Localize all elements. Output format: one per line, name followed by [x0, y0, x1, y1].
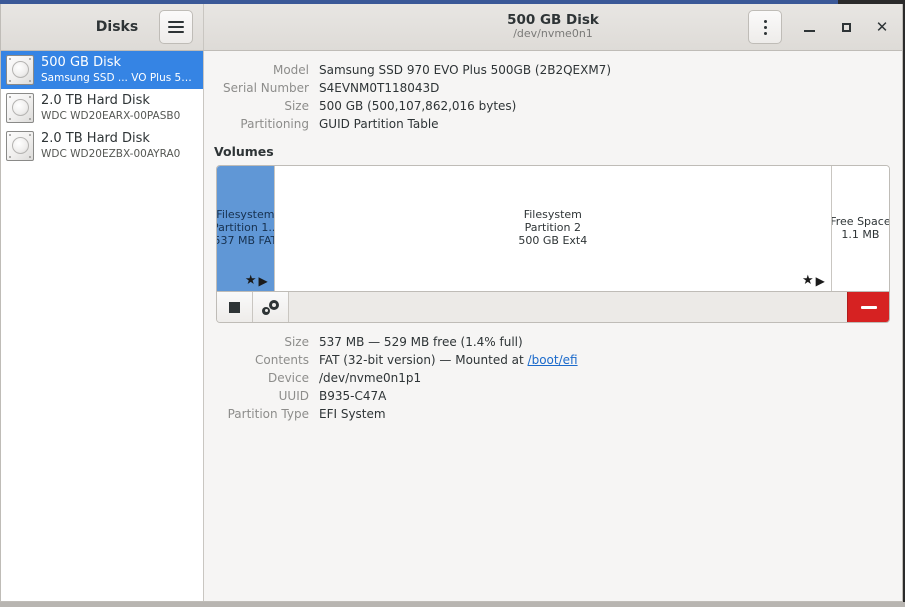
close-icon: ✕: [875, 17, 889, 36]
partition-contents-value: FAT (32-bit version) — Mounted at /boot/…: [319, 351, 902, 369]
sidebar-item-subtitle: WDC WD20EZBX-00AYRA0: [41, 147, 181, 160]
minus-delete-icon: [860, 305, 877, 309]
overflow-menu-icon: [763, 19, 767, 35]
partition-info-value: EFI System: [319, 407, 386, 421]
partition-info-key: UUID: [278, 389, 309, 403]
hamburger-menu-button[interactable]: [159, 10, 193, 44]
sidebar-item-subtitle: Samsung SSD ... VO Plus 500GB: [41, 71, 197, 84]
volume-line-3: 500 GB Ext4: [518, 233, 588, 247]
delete-partition-button[interactable]: [847, 292, 889, 322]
volume-partition-2[interactable]: Filesystem Partition 2 500 GB Ext4 ★ ▶: [275, 166, 832, 291]
volume-badges: ★ ▶: [245, 274, 268, 287]
window-headerbar: Disks 500 GB Disk /dev/nvme0n1 ✕: [1, 4, 902, 51]
drive-info-key: Model: [272, 63, 309, 77]
sidebar-item-name: 500 GB Disk: [41, 55, 121, 71]
volumes-bar: Filesystem Partition 1... 537 MB FAT ★ ▶: [217, 166, 889, 291]
disks-application-window: Disks 500 GB Disk /dev/nvme0n1 ✕ 500 GB …: [0, 4, 903, 602]
hard-disk-icon: [6, 93, 34, 123]
volume-label: Filesystem Partition 1... 537 MB FAT: [217, 208, 275, 248]
volume-free-space[interactable]: Free Space 1.1 MB: [832, 166, 889, 291]
gear-options-icon: [262, 299, 279, 315]
maximize-button[interactable]: [831, 12, 861, 42]
partition-info-value: 537 MB — 529 MB free (1.4% full): [319, 335, 523, 349]
mounted-play-icon: ▶: [815, 273, 825, 288]
partition-info-key: Partition Type: [227, 407, 309, 421]
hard-disk-icon: [6, 55, 34, 85]
sidebar-item-disk-2[interactable]: 2.0 TB Hard Disk WDC WD20EZBX-00AYRA0: [1, 127, 203, 165]
window-body: 500 GB Disk Samsung SSD ... VO Plus 500G…: [1, 51, 902, 601]
drive-info-key: Size: [284, 99, 309, 113]
volume-label: Free Space 1.1 MB: [831, 214, 889, 242]
minimize-icon: [803, 29, 815, 32]
partition-info-value: B935-C47A: [319, 389, 387, 403]
sidebar-item-disk-1[interactable]: 2.0 TB Hard Disk WDC WD20EARX-00PASB0: [1, 89, 203, 127]
hamburger-menu-icon: [168, 21, 184, 33]
drive-info-value: S4EVNM0T118043D: [319, 81, 440, 95]
volumes-heading: Volumes: [214, 144, 274, 159]
partition-info-table: Size 537 MB — 529 MB free (1.4% full) Co…: [204, 333, 902, 423]
volumes-widget: Filesystem Partition 1... 537 MB FAT ★ ▶: [216, 165, 890, 323]
mount-point-link[interactable]: /boot/efi: [528, 353, 578, 367]
main-headerbar: 500 GB Disk /dev/nvme0n1 ✕: [204, 4, 902, 50]
stop-unmount-icon: [229, 301, 240, 313]
bootable-star-icon: ★: [244, 273, 257, 288]
volume-line-3: 537 MB FAT: [217, 233, 275, 247]
drive-info-key: Serial Number: [223, 81, 309, 95]
unmount-volume-button[interactable]: [217, 292, 253, 322]
minimize-button[interactable]: [794, 12, 824, 42]
drive-info-value: 500 GB (500,107,862,016 bytes): [319, 99, 517, 113]
sidebar-item-name: 2.0 TB Hard Disk: [41, 131, 150, 147]
partition-contents-text: FAT (32-bit version) — Mounted at: [319, 353, 528, 367]
drive-info-value: Samsung SSD 970 EVO Plus 500GB (2B2QEXM7…: [319, 63, 611, 77]
volume-partition-1[interactable]: Filesystem Partition 1... 537 MB FAT ★ ▶: [217, 166, 275, 291]
volume-badges: ★ ▶: [802, 274, 825, 287]
volume-options-button[interactable]: [253, 292, 289, 322]
volume-line-2: 1.1 MB: [841, 227, 880, 241]
drive-info-key: Partitioning: [240, 117, 309, 131]
desktop-bottom-strip: [0, 602, 905, 607]
volume-line-1: Free Space: [831, 214, 889, 228]
disk-detail-pane: Model Samsung SSD 970 EVO Plus 500GB (2B…: [204, 51, 902, 601]
bootable-star-icon: ★: [801, 273, 814, 288]
overflow-menu-button[interactable]: [748, 10, 782, 44]
close-button[interactable]: ✕: [867, 12, 897, 42]
partition-info-key: Size: [284, 335, 309, 349]
sidebar-item-subtitle: WDC WD20EARX-00PASB0: [41, 109, 181, 122]
sidebar-item-name: 2.0 TB Hard Disk: [41, 93, 150, 109]
maximize-icon: [841, 22, 851, 32]
disks-sidebar: 500 GB Disk Samsung SSD ... VO Plus 500G…: [1, 51, 204, 601]
partition-info-value: /dev/nvme0n1p1: [319, 371, 422, 385]
drive-info-table: Model Samsung SSD 970 EVO Plus 500GB (2B…: [204, 61, 902, 133]
partition-info-key: Contents: [255, 353, 309, 367]
volume-label: Filesystem Partition 2 500 GB Ext4: [514, 208, 591, 248]
hard-disk-icon: [6, 131, 34, 161]
partition-info-key: Device: [267, 371, 309, 385]
drive-info-value: GUID Partition Table: [319, 117, 439, 131]
mounted-play-icon: ▶: [258, 273, 268, 288]
sidebar-headerbar: Disks: [1, 4, 204, 50]
volumes-toolbar: [217, 291, 889, 322]
desktop-background: Disks 500 GB Disk /dev/nvme0n1 ✕ 500 GB …: [0, 0, 905, 607]
sidebar-item-disk-0[interactable]: 500 GB Disk Samsung SSD ... VO Plus 500G…: [1, 51, 203, 89]
